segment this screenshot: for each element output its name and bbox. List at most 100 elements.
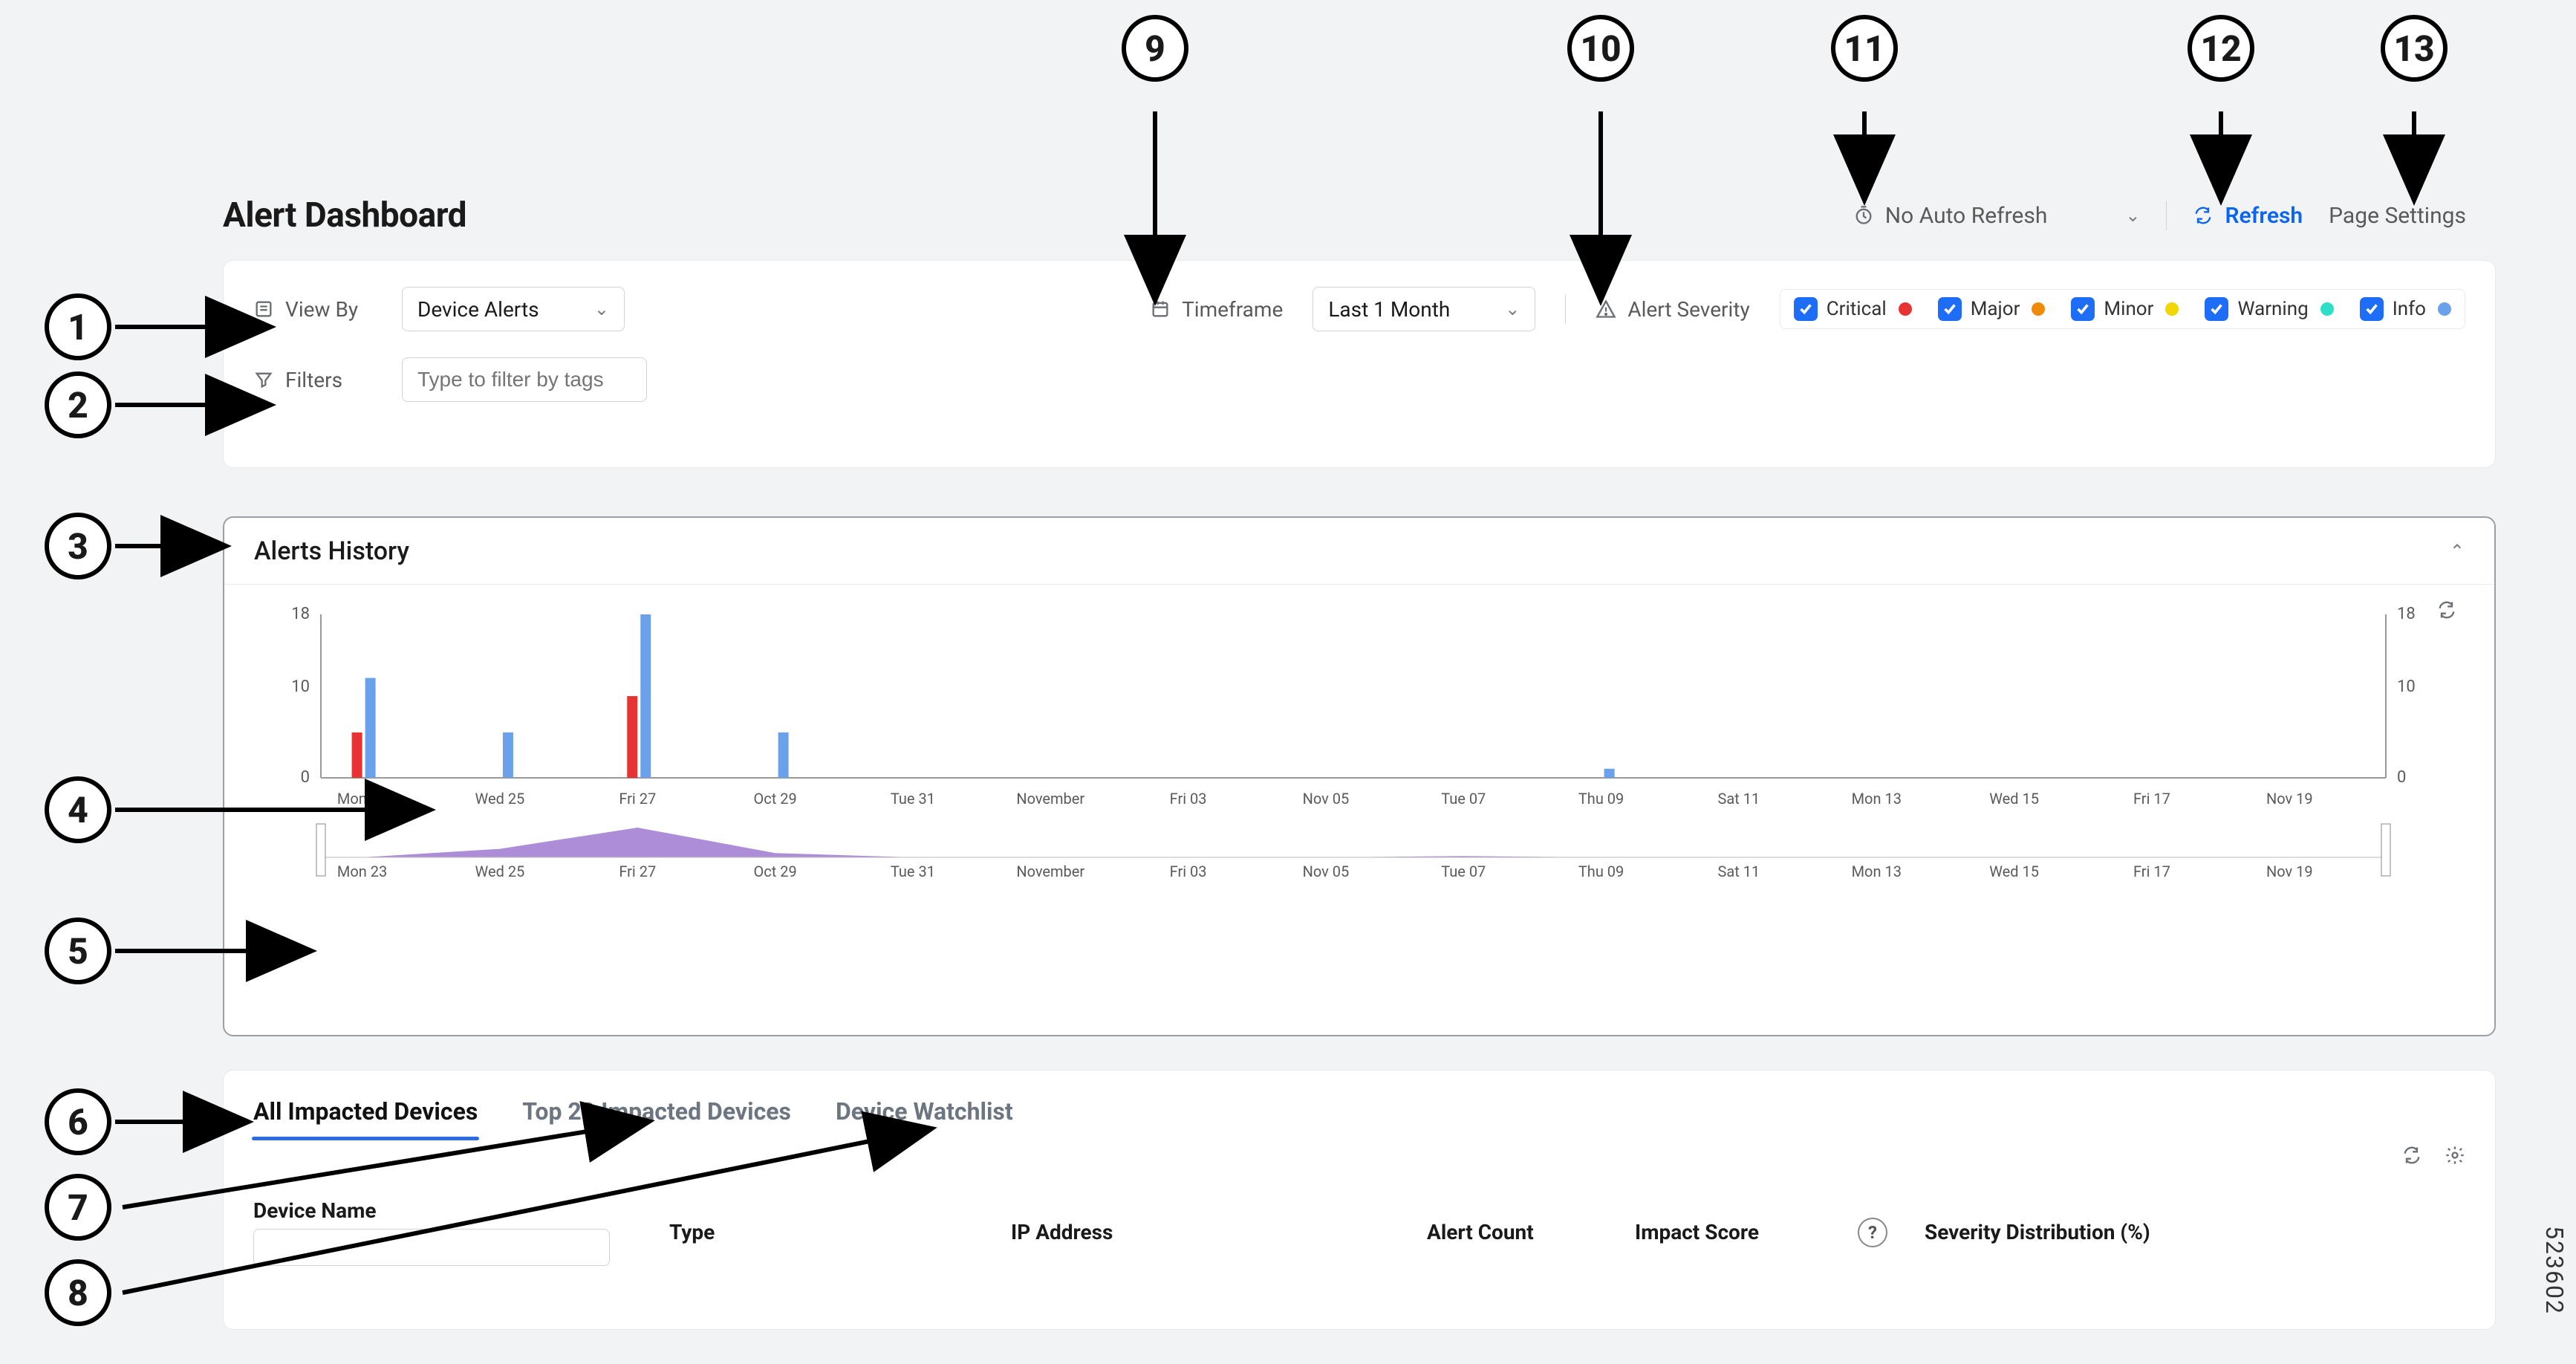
callout-10: 10 (1567, 15, 1634, 82)
devices-tools (2401, 1145, 2465, 1166)
alerts-history-header[interactable]: Alerts History ⌃ (224, 518, 2494, 585)
svg-text:November: November (1016, 790, 1084, 808)
col-severity-dist: Severity Distribution (%) (1925, 1220, 2370, 1244)
severity-label: Minor (2104, 298, 2153, 320)
severity-critical[interactable]: Critical (1794, 297, 1912, 321)
checkbox-icon (2360, 297, 2384, 321)
svg-text:Fri 27: Fri 27 (619, 863, 656, 880)
callout-11: 11 (1831, 15, 1898, 82)
severity-warning[interactable]: Warning (2205, 297, 2333, 321)
filters-row: Filters (253, 357, 2465, 402)
severity-label: Critical (1827, 298, 1887, 320)
page-settings-label: Page Settings (2329, 203, 2466, 229)
side-code: 523602 (2540, 1226, 2569, 1315)
device-name-filter-input[interactable] (253, 1229, 610, 1266)
svg-text:Nov 19: Nov 19 (2266, 863, 2313, 880)
svg-text:Sat 11: Sat 11 (1718, 863, 1760, 880)
timeframe-select[interactable]: Last 1 Month ⌄ (1313, 287, 1535, 331)
alert-icon (1596, 299, 1616, 319)
severity-label: Info (2393, 298, 2426, 320)
view-by-select[interactable]: Device Alerts ⌄ (402, 287, 625, 331)
filters-label: Filters (253, 368, 383, 392)
filters-input[interactable] (402, 357, 647, 402)
devices-panel: All Impacted Devices Top 20 Impacted Devi… (223, 1070, 2496, 1330)
svg-text:Fri 27: Fri 27 (619, 790, 656, 808)
page-header: Alert Dashboard No Auto Refresh ⌄ Refres… (223, 186, 2496, 245)
callout-9: 9 (1122, 15, 1188, 82)
svg-text:November: November (1016, 863, 1084, 880)
svg-text:Nov 19: Nov 19 (2266, 790, 2313, 808)
chart-refresh-button[interactable] (2436, 600, 2457, 620)
svg-text:Tue 31: Tue 31 (891, 790, 935, 808)
timer-icon (1853, 205, 1874, 226)
timeframe-severity-group: Timeframe Last 1 Month ⌄ Alert Severity … (1150, 287, 2465, 331)
timeframe-text: Timeframe (1182, 297, 1283, 322)
col-impact-score: Impact Score (1635, 1220, 1858, 1244)
alerts-history-panel: Alerts History ⌃ 0010101818Mon 23Wed 25F… (223, 516, 2496, 1036)
view-by-value: Device Alerts (417, 297, 539, 322)
list-icon (253, 299, 274, 319)
svg-text:Tue 31: Tue 31 (891, 863, 935, 880)
header-tools: No Auto Refresh ⌄ Refresh Page Settings (1853, 201, 2466, 230)
svg-text:Wed 15: Wed 15 (1989, 863, 2039, 880)
help-icon[interactable]: ? (1858, 1218, 1887, 1247)
devices-refresh-button[interactable] (2401, 1145, 2422, 1166)
svg-text:Fri 17: Fri 17 (2133, 790, 2170, 808)
refresh-button[interactable]: Refresh (2193, 203, 2303, 229)
svg-text:Thu 09: Thu 09 (1578, 790, 1624, 808)
col-device-name-label: Device Name (253, 1198, 669, 1223)
divider (1565, 294, 1566, 324)
severity-checkboxes: Critical Major Minor Warning Info (1780, 289, 2465, 329)
filter-icon (253, 369, 274, 390)
svg-text:Fri 03: Fri 03 (1170, 863, 1207, 880)
alerts-history-chart: 0010101818Mon 23Wed 25Fri 27Oct 29Tue 31… (224, 585, 2494, 900)
severity-minor[interactable]: Minor (2071, 297, 2179, 321)
severity-dot-icon (2032, 302, 2045, 316)
timeframe-label: Timeframe (1150, 297, 1283, 322)
checkbox-icon (1938, 297, 1962, 321)
severity-label: Warning (2237, 298, 2308, 320)
callout-1: 1 (45, 293, 111, 360)
chevron-up-icon: ⌃ (2450, 541, 2465, 562)
severity-dot-icon (2165, 302, 2179, 316)
page-title: Alert Dashboard (223, 195, 466, 236)
devices-settings-button[interactable] (2445, 1145, 2465, 1166)
severity-dot-icon (2438, 302, 2451, 316)
alerts-history-overview[interactable]: Mon 23 Wed 25 Fri 27 Oct 29 Tue 31 November Fr… (269, 820, 2438, 880)
col-type: Type (669, 1220, 1011, 1244)
alerts-history-bar-chart[interactable]: 0010101818Mon 23Wed 25Fri 27Oct 29Tue 31… (269, 607, 2438, 815)
svg-text:Tue 07: Tue 07 (1441, 790, 1486, 808)
svg-text:Wed 25: Wed 25 (475, 863, 525, 880)
col-alert-count: Alert Count (1427, 1220, 1635, 1244)
severity-info[interactable]: Info (2360, 297, 2451, 321)
svg-text:10: 10 (2397, 678, 2416, 696)
filters-panel: View By Device Alerts ⌄ Filters Tim (223, 260, 2496, 468)
auto-refresh-value: No Auto Refresh (1885, 203, 2048, 229)
view-by-label: View By (253, 297, 383, 322)
svg-text:Wed 25: Wed 25 (475, 790, 525, 808)
svg-text:Tue 07: Tue 07 (1441, 863, 1486, 880)
svg-text:Oct 29: Oct 29 (753, 863, 796, 880)
tab-top20[interactable]: Top 20 Impacted Devices (522, 1093, 791, 1139)
checkbox-icon (2071, 297, 2095, 321)
tab-all[interactable]: All Impacted Devices (253, 1093, 478, 1139)
svg-text:Nov 05: Nov 05 (1303, 863, 1350, 880)
severity-label: Major (1971, 298, 2020, 320)
col-ip: IP Address (1011, 1220, 1427, 1244)
severity-dot-icon (1899, 302, 1912, 316)
severity-label: Alert Severity (1596, 297, 1749, 322)
calendar-icon (1150, 299, 1171, 319)
callout-12: 12 (2188, 15, 2254, 82)
chevron-down-icon: ⌄ (1505, 299, 1520, 319)
col-device-name: Device Name (253, 1198, 669, 1266)
tab-watch[interactable]: Device Watchlist (836, 1093, 1013, 1139)
svg-text:Mon 23: Mon 23 (337, 863, 387, 880)
svg-text:Mon 23: Mon 23 (337, 790, 387, 808)
page-settings-button[interactable]: Page Settings (2329, 203, 2466, 229)
devices-tabs: All Impacted Devices Top 20 Impacted Devi… (253, 1093, 2465, 1139)
severity-major[interactable]: Major (1938, 297, 2046, 321)
svg-text:Mon 13: Mon 13 (1852, 790, 1902, 808)
callout-2: 2 (45, 371, 111, 438)
callout-13: 13 (2381, 15, 2447, 82)
auto-refresh-select[interactable]: No Auto Refresh ⌄ (1853, 203, 2141, 229)
